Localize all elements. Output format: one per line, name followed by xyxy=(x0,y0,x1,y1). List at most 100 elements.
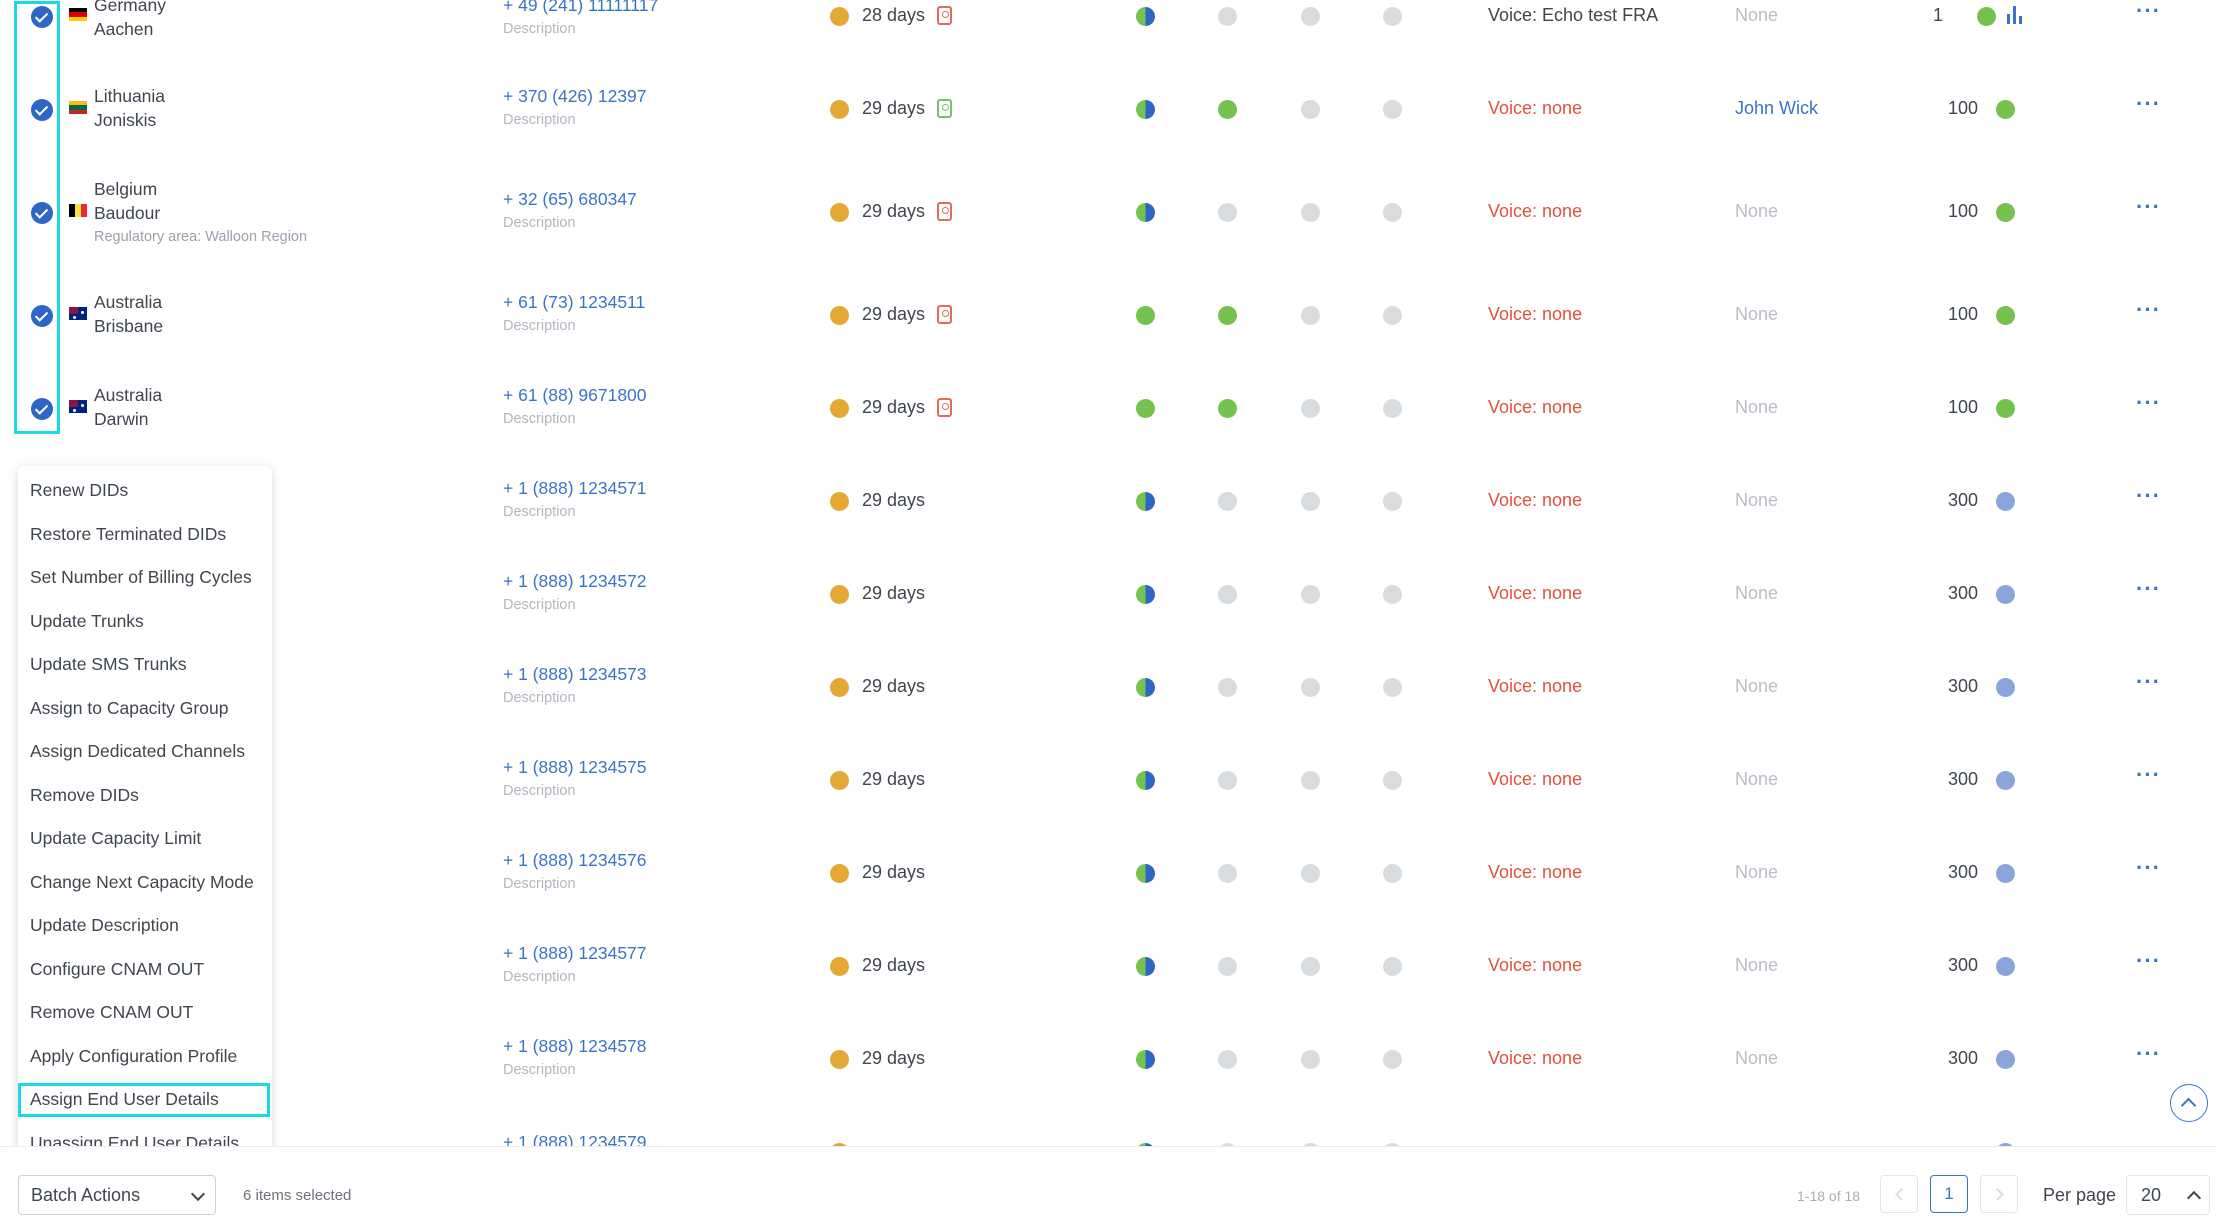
document-icon[interactable] xyxy=(937,99,952,118)
menu-item-renew-dids[interactable]: Renew DIDs xyxy=(30,480,128,501)
did-number-link[interactable]: + 1 (888) 1234576 xyxy=(503,850,647,870)
did-number-link[interactable]: + 370 (426) 12397 xyxy=(503,86,647,106)
did-number[interactable]: + 1 (888) 1234571 Description xyxy=(503,476,647,524)
did-number[interactable]: + 1 (888) 1234578 Description xyxy=(503,1034,647,1082)
batch-actions-label: Batch Actions xyxy=(31,1185,141,1205)
menu-item-remove-cnam-out[interactable]: Remove CNAM OUT xyxy=(30,1002,193,1023)
capacity-dot xyxy=(1996,957,2015,976)
days-remaining: 29 days xyxy=(862,201,926,221)
more-actions-icon[interactable]: ··· xyxy=(2136,762,2161,788)
batch-actions-select[interactable]: Batch Actions xyxy=(18,1175,216,1215)
capacity-count: 300 xyxy=(1947,490,1978,510)
more-actions-icon[interactable]: ··· xyxy=(2136,669,2161,695)
voice-config[interactable]: Voice: none xyxy=(1488,583,1582,604)
menu-item-remove-dids[interactable]: Remove DIDs xyxy=(30,785,139,806)
menu-item-assign-capacity-group[interactable]: Assign to Capacity Group xyxy=(30,698,228,719)
voice-config[interactable]: Voice: none xyxy=(1488,397,1582,418)
did-description: Description xyxy=(503,1062,576,1078)
did-number-link[interactable]: + 61 (73) 1234511 xyxy=(503,292,645,312)
voice-config[interactable]: Voice: none xyxy=(1488,769,1582,790)
location: Australia Brisbane xyxy=(94,290,163,338)
voice-config[interactable]: Voice: none xyxy=(1488,862,1582,883)
did-number-link[interactable]: + 1 (888) 1234572 xyxy=(503,571,647,591)
status-dot xyxy=(1301,957,1320,976)
voice-config[interactable]: Voice: none xyxy=(1488,304,1582,325)
chevron-right-icon xyxy=(1991,1188,2004,1201)
more-actions-icon[interactable]: ··· xyxy=(2136,194,2161,220)
status-dot xyxy=(1218,678,1237,697)
page-button-current[interactable]: 1 xyxy=(1930,1175,1968,1213)
menu-item-change-next-capacity-mode[interactable]: Change Next Capacity Mode xyxy=(30,872,254,893)
more-actions-icon[interactable]: ··· xyxy=(2136,0,2161,24)
voice-config[interactable]: Voice: none xyxy=(1488,98,1582,119)
menu-item-apply-configuration-profile[interactable]: Apply Configuration Profile xyxy=(30,1046,237,1067)
per-page-select[interactable]: 20 xyxy=(2126,1175,2210,1215)
status-dot xyxy=(1383,100,1402,119)
more-actions-icon[interactable]: ··· xyxy=(2136,483,2161,509)
menu-item-configure-cnam-out[interactable]: Configure CNAM OUT xyxy=(30,959,204,980)
expiry-status-dot xyxy=(830,771,849,790)
more-actions-icon[interactable]: ··· xyxy=(2136,948,2161,974)
did-number[interactable]: + 1 (888) 1234575 Description xyxy=(503,755,647,803)
menu-item-assign-end-user-details[interactable]: Assign End User Details xyxy=(30,1089,219,1110)
voice-config[interactable]: Voice: Echo test FRA xyxy=(1488,5,1658,26)
next-page-button[interactable] xyxy=(1980,1175,2018,1213)
more-actions-icon[interactable]: ··· xyxy=(2136,297,2161,323)
did-number[interactable]: + 1 (888) 1234577 Description xyxy=(503,941,647,989)
bar-chart-icon[interactable] xyxy=(2007,6,2025,24)
menu-item-update-sms-trunks[interactable]: Update SMS Trunks xyxy=(30,654,187,675)
did-number[interactable]: + 61 (88) 9671800 Description xyxy=(503,383,647,431)
document-icon[interactable] xyxy=(937,202,952,221)
prev-page-button[interactable] xyxy=(1880,1175,1918,1213)
document-icon[interactable] xyxy=(937,305,952,324)
did-number-link[interactable]: + 1 (888) 1234573 xyxy=(503,664,647,684)
status-dot xyxy=(1218,203,1237,222)
menu-item-assign-dedicated-channels[interactable]: Assign Dedicated Channels xyxy=(30,741,245,762)
document-icon[interactable] xyxy=(937,6,952,25)
menu-item-restore-terminated-dids[interactable]: Restore Terminated DIDs xyxy=(30,524,226,545)
voice-config[interactable]: Voice: none xyxy=(1488,955,1582,976)
end-user[interactable]: John Wick xyxy=(1735,98,1818,119)
document-icon[interactable] xyxy=(937,398,952,417)
voice-config[interactable]: Voice: none xyxy=(1488,201,1582,222)
per-page-label: Per page xyxy=(2043,1185,2117,1205)
did-number[interactable]: + 1 (888) 1234573 Description xyxy=(503,662,647,710)
status-dot xyxy=(1218,864,1237,883)
did-number[interactable]: + 32 (65) 680347 Description xyxy=(503,187,637,235)
did-number[interactable]: + 49 (241) 11111117 Description xyxy=(503,0,658,41)
did-number-link[interactable]: + 1 (888) 1234571 xyxy=(503,478,647,498)
did-number[interactable]: + 1 (888) 1234572 Description xyxy=(503,569,647,617)
did-number-link[interactable]: + 1 (888) 1234575 xyxy=(503,757,647,777)
voice-config[interactable]: Voice: none xyxy=(1488,490,1582,511)
did-number-link[interactable]: + 49 (241) 11111117 xyxy=(503,0,658,15)
more-actions-icon[interactable]: ··· xyxy=(2136,91,2161,117)
more-actions-icon[interactable]: ··· xyxy=(2136,1041,2161,1067)
did-number[interactable]: + 1 (888) 1234576 Description xyxy=(503,848,647,896)
did-number-link[interactable]: + 1 (888) 1234578 xyxy=(503,1036,647,1056)
more-actions-icon[interactable]: ··· xyxy=(2136,390,2161,416)
did-description: Description xyxy=(503,597,576,613)
capacity-dot xyxy=(1996,585,2015,604)
did-number-link[interactable]: + 61 (88) 9671800 xyxy=(503,385,647,405)
more-actions-icon[interactable]: ··· xyxy=(2136,855,2161,881)
status-half-icon xyxy=(1136,100,1155,119)
batch-actions-menu: Renew DIDs Restore Terminated DIDs Set N… xyxy=(18,466,272,1172)
status-dot xyxy=(1383,678,1402,697)
scroll-to-top-button[interactable] xyxy=(2170,1084,2208,1122)
voice-config[interactable]: Voice: none xyxy=(1488,676,1582,697)
did-number[interactable]: + 370 (426) 12397 Description xyxy=(503,84,647,132)
menu-item-set-billing-cycles[interactable]: Set Number of Billing Cycles xyxy=(30,567,252,588)
voice-config[interactable]: Voice: none xyxy=(1488,1048,1582,1069)
end-user: None xyxy=(1735,769,1779,789)
menu-item-update-description[interactable]: Update Description xyxy=(30,915,179,936)
menu-item-update-trunks[interactable]: Update Trunks xyxy=(30,611,144,632)
status-dot xyxy=(1301,100,1320,119)
did-number[interactable]: + 61 (73) 1234511 Description xyxy=(503,290,645,338)
menu-item-update-capacity-limit[interactable]: Update Capacity Limit xyxy=(30,828,201,849)
did-number-link[interactable]: + 32 (65) 680347 xyxy=(503,189,637,209)
end-user: None xyxy=(1735,5,1779,25)
status-dot xyxy=(1218,399,1237,418)
end-user: None xyxy=(1735,955,1779,975)
more-actions-icon[interactable]: ··· xyxy=(2136,576,2161,602)
did-number-link[interactable]: + 1 (888) 1234577 xyxy=(503,943,647,963)
